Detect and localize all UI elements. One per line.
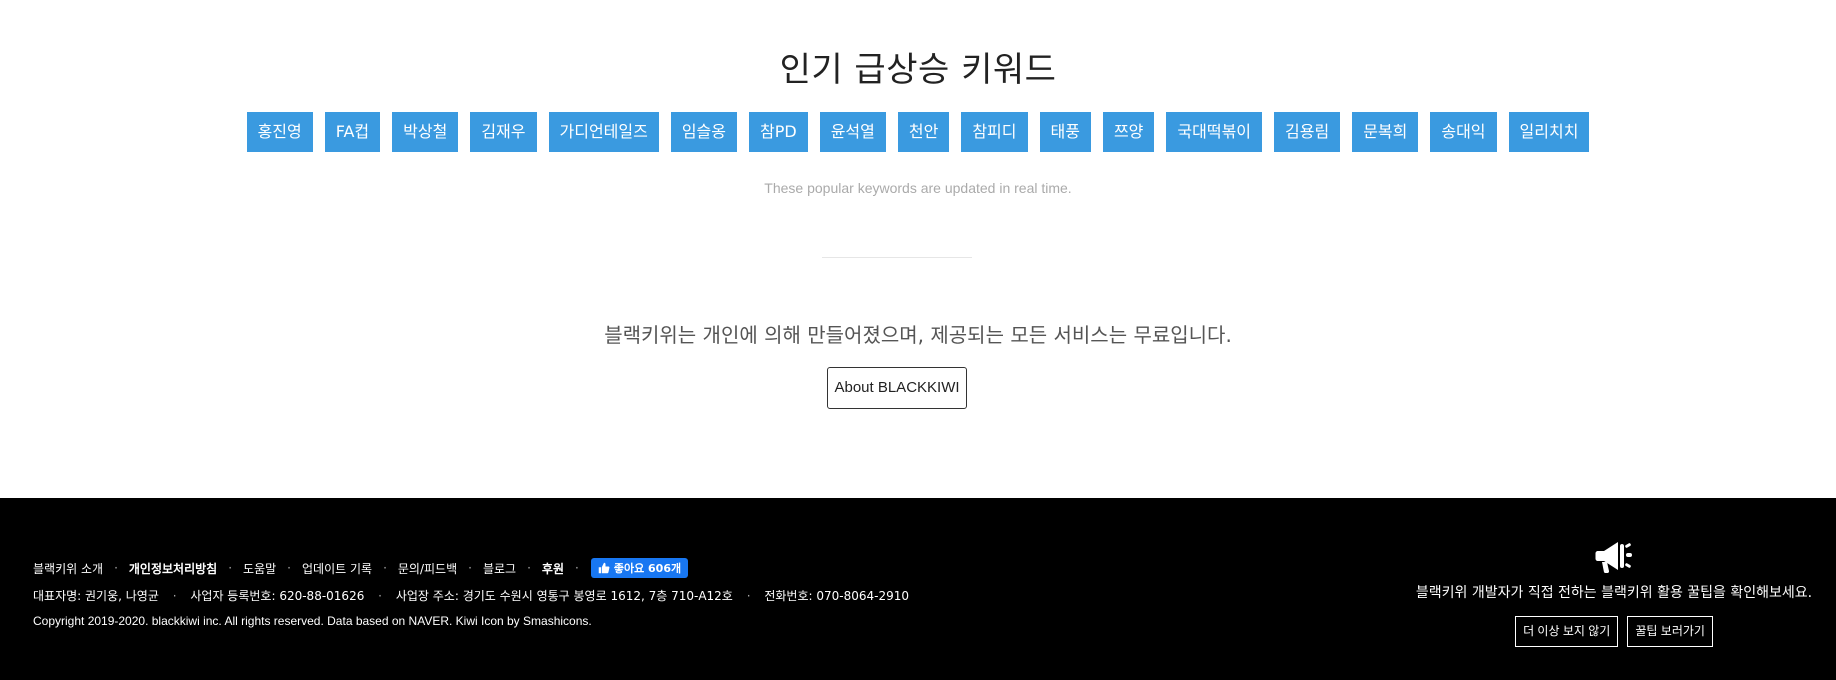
keyword-tag[interactable]: 일리치치 <box>1508 112 1590 152</box>
keyword-tag[interactable]: 국대떡볶이 <box>1166 112 1263 152</box>
keyword-tag[interactable]: 김용림 <box>1274 112 1341 152</box>
footer-links: 블랙키위 소개 · 개인정보처리방침 · 도움말 · 업데이트 기록 · 문의/… <box>33 558 689 578</box>
service-description: 블랙키위는 개인에 의해 만들어졌으며, 제공되는 모든 서비스는 무료입니다. <box>604 323 1232 347</box>
keyword-tag[interactable]: 태풍 <box>1039 112 1091 152</box>
about-button[interactable]: About BLACKKIWI <box>827 367 967 409</box>
keyword-tag[interactable]: 박상철 <box>392 112 459 152</box>
keyword-tag[interactable]: 천안 <box>897 112 950 152</box>
separator-dot: · <box>383 561 387 575</box>
keyword-tag[interactable]: 참PD <box>749 112 808 152</box>
footer-link-feedback[interactable]: 문의/피드백 <box>398 560 457 577</box>
keyword-tag[interactable]: FA컵 <box>324 112 381 152</box>
separator-dot: · <box>575 561 579 575</box>
separator-dot: · <box>468 561 472 575</box>
page-title: 인기 급상승 키워드 <box>779 50 1057 90</box>
separator-dot: · <box>378 589 382 603</box>
keyword-tag[interactable]: 쯔양 <box>1102 112 1155 152</box>
separator-dot: · <box>527 561 531 575</box>
phone-number: 전화번호: 070-8064-2910 <box>764 589 910 603</box>
tip-buttons: 더 이상 보지 않기 꿀팁 보러가기 <box>1404 616 1824 647</box>
keyword-tag[interactable]: 임슬옹 <box>670 112 737 152</box>
megaphone-icon <box>1595 542 1632 573</box>
facebook-like-label: 좋아요 606개 <box>613 562 682 575</box>
facebook-like-button[interactable]: 좋아요 606개 <box>590 558 689 578</box>
footer-link-sponsor[interactable]: 후원 <box>542 560 564 577</box>
copyright: Copyright 2019-2020. blackkiwi inc. All … <box>33 614 592 628</box>
business-address: 사업장 주소: 경기도 수원시 영통구 봉영로 1612, 7층 710-A12… <box>395 589 733 603</box>
separator-dot: · <box>228 561 233 575</box>
registration-number: 사업자 등록번호: 620-88-01626 <box>190 589 365 603</box>
footer-link-blog[interactable]: 블로그 <box>483 560 516 577</box>
business-info: 대표자명: 권기웅, 나영균 · 사업자 등록번호: 620-88-01626 … <box>33 587 909 604</box>
separator-dot: · <box>746 589 751 603</box>
keyword-tag[interactable]: 참피디 <box>961 112 1028 152</box>
separator-dot: · <box>114 561 118 575</box>
keyword-tag[interactable]: 문복희 <box>1352 112 1419 152</box>
keyword-tag[interactable]: 가디언테일즈 <box>548 112 659 152</box>
keyword-list: 홍진영 FA컵 박상철 김재우 가디언테일즈 임슬옹 참PD 윤석열 천안 참피… <box>0 112 1836 152</box>
footer-link-privacy[interactable]: 개인정보처리방침 <box>129 560 217 577</box>
keyword-tag[interactable]: 윤석열 <box>819 112 886 152</box>
tip-banner: 블랙키위 개발자가 직접 전하는 블랙키위 활용 꿀팁을 확인해보세요. 더 이… <box>1404 538 1824 647</box>
thumbs-up-icon <box>598 562 610 574</box>
view-tips-button[interactable]: 꿀팁 보러가기 <box>1627 616 1713 647</box>
footer: 블랙키위 소개 · 개인정보처리방침 · 도움말 · 업데이트 기록 · 문의/… <box>0 498 1836 680</box>
separator-dot: · <box>172 589 177 603</box>
ceo-info: 대표자명: 권기웅, 나영균 <box>33 589 159 603</box>
footer-link-help[interactable]: 도움말 <box>243 560 276 577</box>
tip-text: 블랙키위 개발자가 직접 전하는 블랙키위 활용 꿀팁을 확인해보세요. <box>1415 585 1813 601</box>
divider <box>822 257 972 258</box>
keyword-tag[interactable]: 홍진영 <box>246 112 313 152</box>
realtime-note: These popular keywords are updated in re… <box>764 180 1072 196</box>
footer-link-updates[interactable]: 업데이트 기록 <box>302 560 372 577</box>
separator-dot: · <box>287 561 291 575</box>
dismiss-tip-button[interactable]: 더 이상 보지 않기 <box>1515 616 1619 647</box>
keyword-tag[interactable]: 김재우 <box>470 112 537 152</box>
main-section: 인기 급상승 키워드 홍진영 FA컵 박상철 김재우 가디언테일즈 임슬옹 참P… <box>0 0 1836 498</box>
keyword-tag[interactable]: 송대익 <box>1430 112 1497 152</box>
footer-link-intro[interactable]: 블랙키위 소개 <box>33 560 103 577</box>
